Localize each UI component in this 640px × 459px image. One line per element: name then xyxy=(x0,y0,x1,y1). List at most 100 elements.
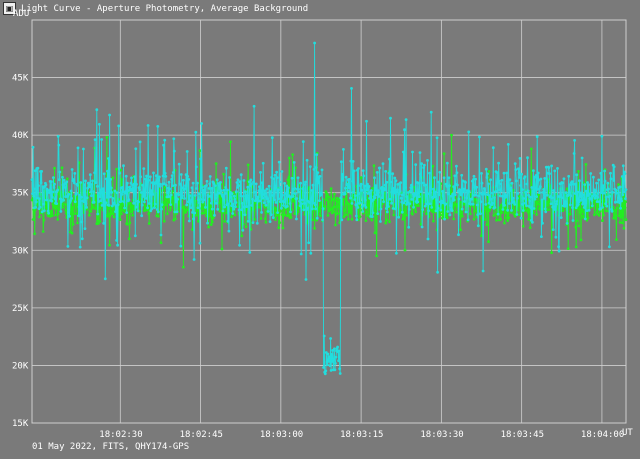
target-point xyxy=(32,194,35,198)
target-point xyxy=(367,185,371,188)
target-point xyxy=(620,175,624,178)
target-point xyxy=(38,205,42,209)
comparison-point xyxy=(566,247,570,251)
target-point xyxy=(116,203,120,207)
comparison-point xyxy=(388,220,391,224)
target-point xyxy=(370,215,374,219)
comparison-point xyxy=(432,219,435,223)
target-point xyxy=(419,172,422,176)
target-point xyxy=(161,174,165,178)
target-point xyxy=(337,349,341,353)
target-point xyxy=(518,157,522,160)
comparison-point xyxy=(45,204,48,208)
target-point xyxy=(528,195,532,199)
target-point xyxy=(140,203,144,207)
comparison-point xyxy=(171,203,175,207)
target-point xyxy=(452,185,456,189)
target-point xyxy=(67,211,70,214)
target-point xyxy=(149,189,153,193)
target-point xyxy=(615,191,619,195)
target-point xyxy=(148,192,152,196)
y-axis-ticks: 15K 20K 25K 30K 35K 40K 45K xyxy=(12,74,29,429)
comparison-point xyxy=(64,208,68,212)
target-point xyxy=(421,181,425,185)
target-point xyxy=(366,182,369,186)
target-point xyxy=(457,233,460,237)
target-point xyxy=(541,191,545,194)
comparison-point xyxy=(54,213,57,217)
target-point xyxy=(466,218,470,222)
target-point xyxy=(467,130,471,134)
comparison-point xyxy=(385,218,389,222)
comparison-point xyxy=(373,231,377,235)
target-point xyxy=(594,189,598,193)
target-point xyxy=(251,221,255,225)
target-point xyxy=(379,220,382,223)
target-point xyxy=(222,196,226,199)
target-point xyxy=(510,181,514,185)
target-point xyxy=(381,196,384,200)
target-point xyxy=(302,208,306,212)
target-point xyxy=(47,211,50,215)
target-point xyxy=(479,212,482,216)
target-point xyxy=(258,199,262,203)
target-point xyxy=(252,104,256,108)
comparison-point xyxy=(264,220,268,224)
target-point xyxy=(358,201,362,205)
target-point xyxy=(387,205,390,208)
target-point xyxy=(515,213,519,216)
target-point xyxy=(40,170,43,173)
target-point xyxy=(146,124,150,127)
comparison-point xyxy=(129,201,132,205)
target-point xyxy=(76,146,80,150)
target-point xyxy=(585,189,588,193)
target-point xyxy=(608,194,612,198)
target-point xyxy=(315,216,319,220)
target-point xyxy=(519,216,523,220)
target-point xyxy=(141,183,145,187)
comparison-point xyxy=(536,202,540,206)
target-point xyxy=(559,216,563,220)
comparison-point xyxy=(331,210,335,214)
target-point xyxy=(605,204,609,208)
y-tick-label: 25K xyxy=(12,304,29,314)
target-point xyxy=(243,213,247,217)
target-point xyxy=(611,190,614,194)
target-point xyxy=(542,188,545,191)
comparison-point xyxy=(208,214,212,218)
target-point xyxy=(313,203,317,207)
comparison-point xyxy=(336,205,340,209)
target-point xyxy=(459,193,463,197)
target-point xyxy=(457,197,461,201)
target-point xyxy=(278,180,282,184)
target-point xyxy=(124,174,128,178)
target-point xyxy=(122,200,126,204)
target-point xyxy=(490,201,494,205)
target-point xyxy=(101,191,104,195)
target-point xyxy=(170,177,174,181)
target-point xyxy=(419,190,423,194)
comparison-point xyxy=(601,219,604,223)
target-point xyxy=(554,205,557,209)
target-point xyxy=(251,197,254,201)
target-point xyxy=(352,169,356,173)
target-point xyxy=(154,174,158,178)
comparison-point xyxy=(76,221,79,225)
target-point xyxy=(612,179,616,182)
comparison-point xyxy=(527,218,530,221)
target-point xyxy=(355,218,359,222)
comparison-point xyxy=(617,183,620,186)
x-tick-label: 18:03:15 xyxy=(340,430,383,440)
target-point xyxy=(516,196,519,200)
target-point xyxy=(483,189,487,192)
target-point xyxy=(314,207,317,211)
target-point xyxy=(483,192,487,196)
target-point xyxy=(318,174,322,178)
target-point xyxy=(51,190,55,194)
target-point xyxy=(200,186,204,189)
target-point xyxy=(99,188,102,192)
target-point xyxy=(205,184,208,187)
target-point xyxy=(438,170,442,174)
target-point xyxy=(521,209,525,212)
target-point xyxy=(231,202,235,206)
